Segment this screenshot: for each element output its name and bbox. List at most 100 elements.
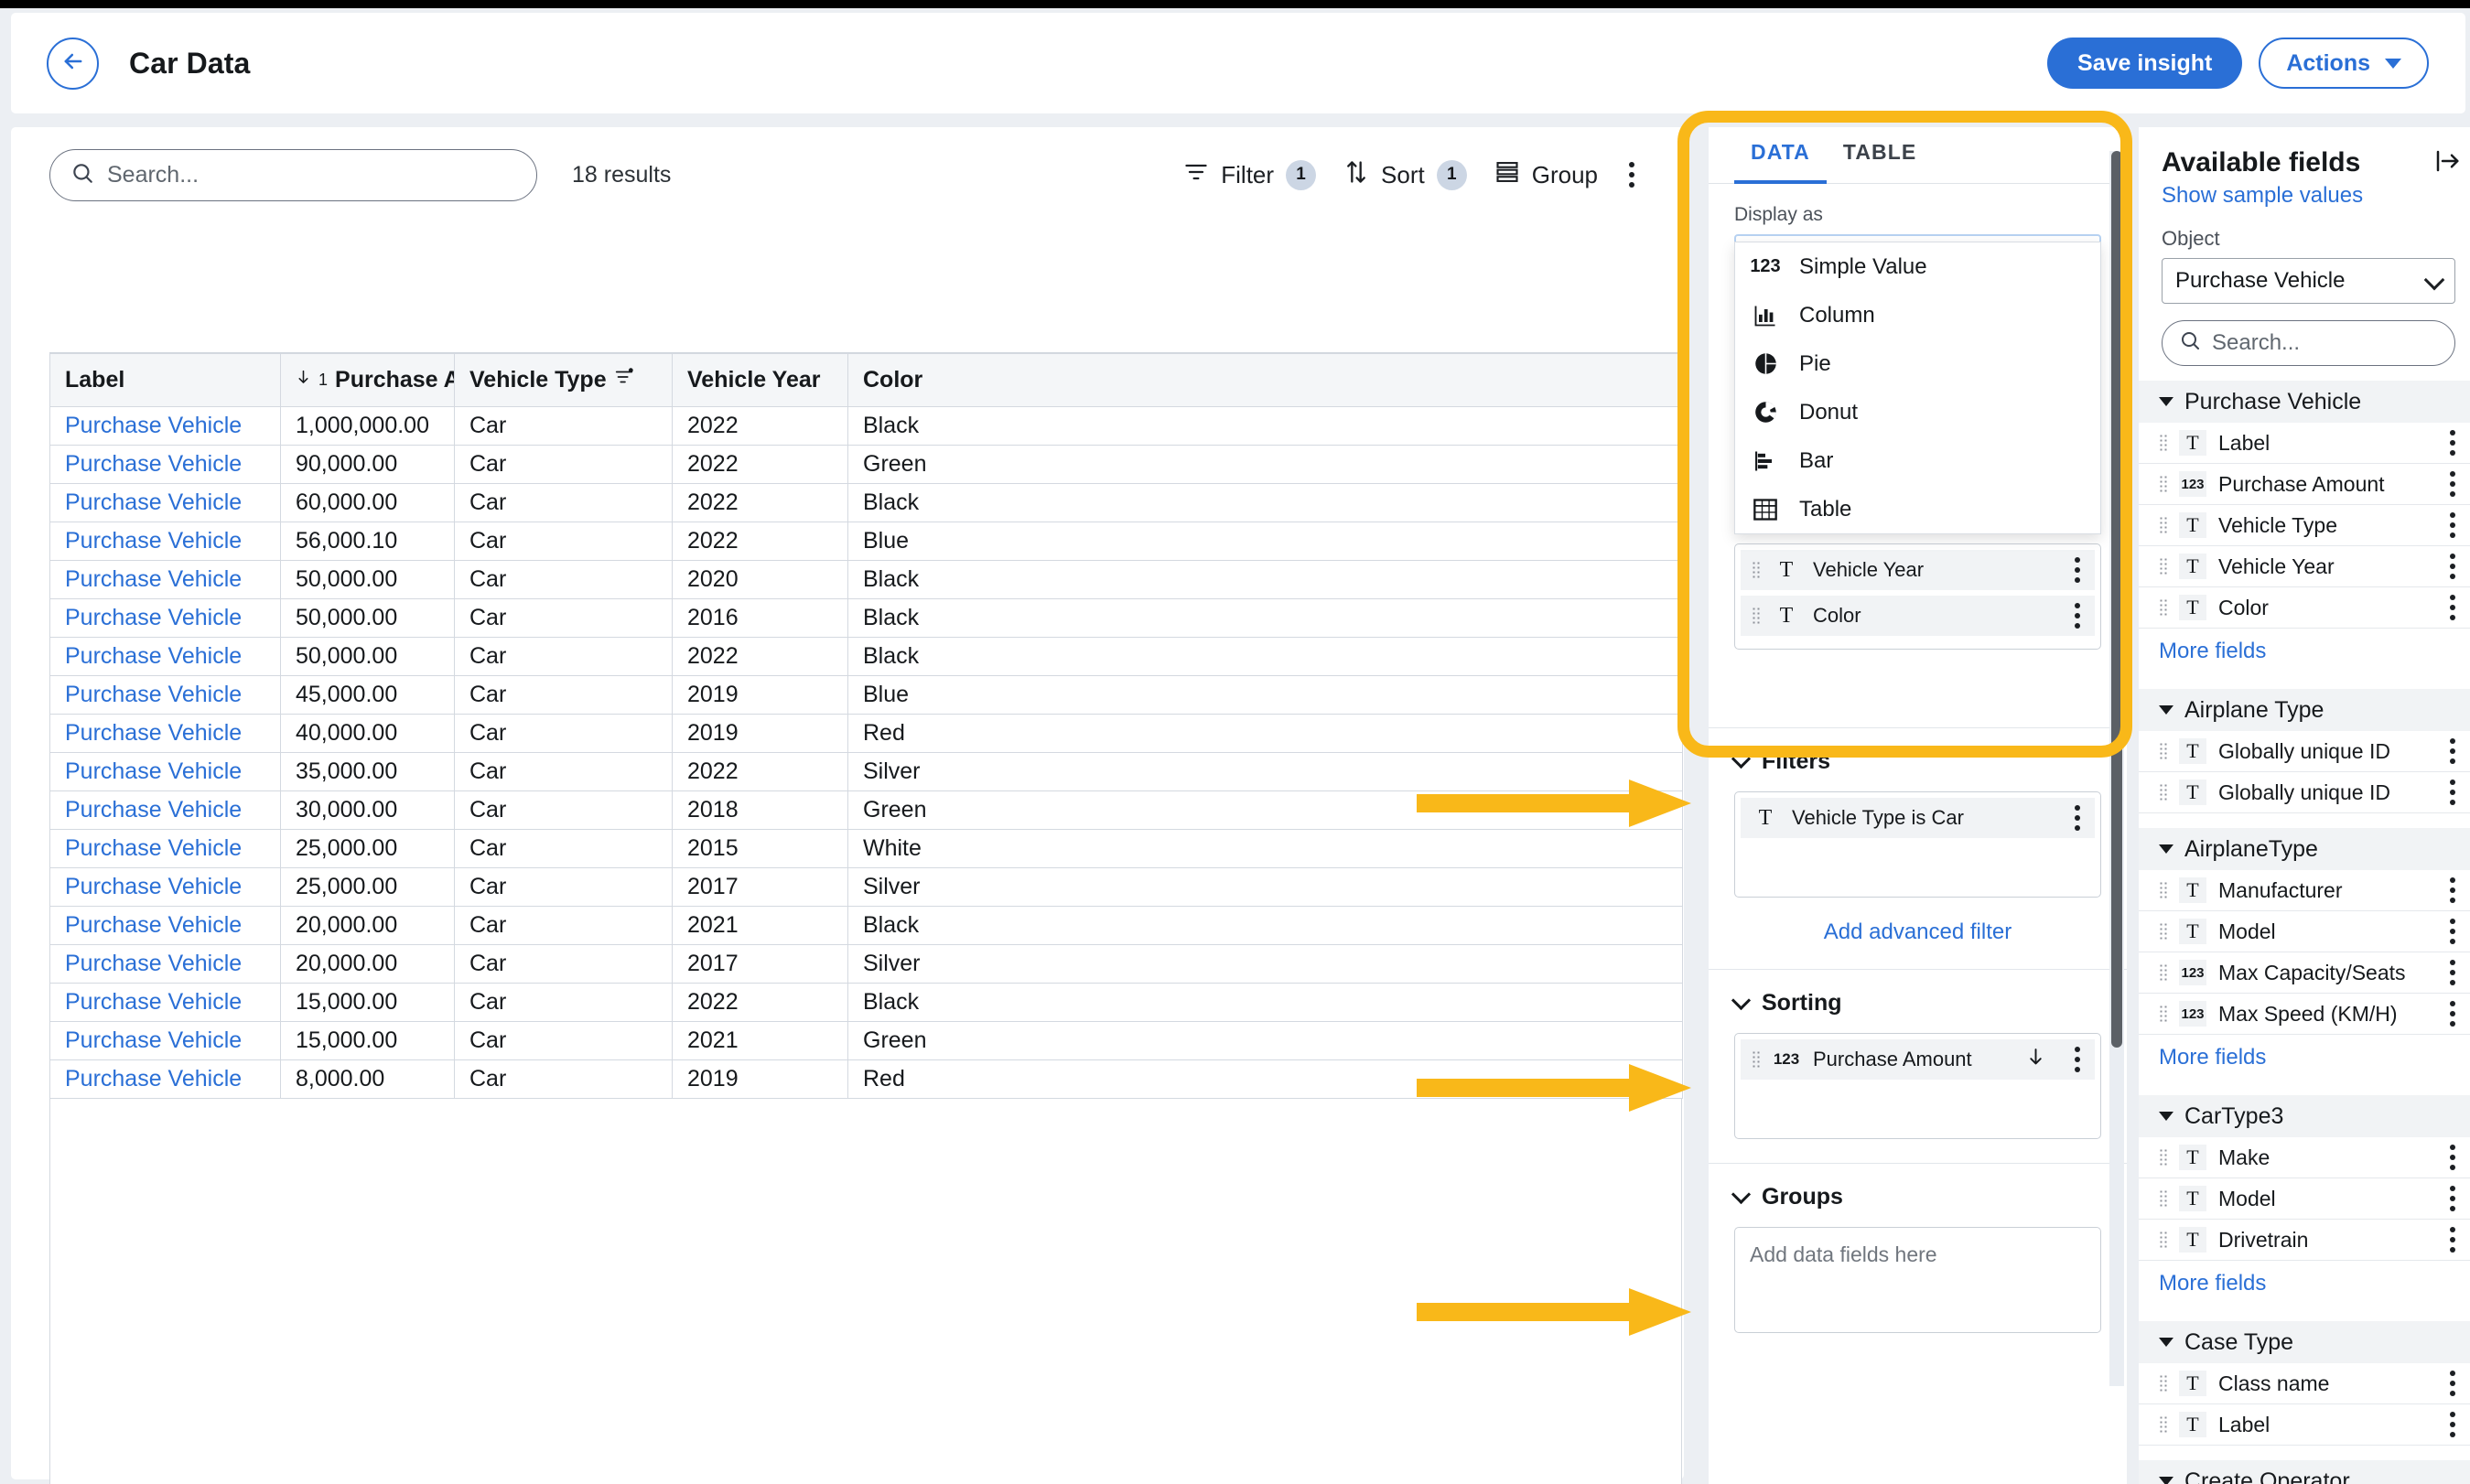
table-row[interactable]: Purchase Vehicle 1,000,000.00 Car 2022 Black (49, 406, 1683, 446)
field-row-overflow-menu-icon[interactable] (2446, 426, 2459, 459)
field-row[interactable]: T Model (2139, 911, 2470, 952)
filter-button[interactable]: Filter 1 (1183, 159, 1317, 191)
field-row[interactable]: T Drivetrain (2139, 1220, 2470, 1261)
field-row-overflow-menu-icon[interactable] (2446, 550, 2459, 583)
drag-handle-icon[interactable] (1752, 607, 1760, 625)
table-overflow-menu-icon[interactable] (1625, 158, 1638, 191)
drag-handle-icon[interactable] (2159, 783, 2167, 801)
display-option-donut[interactable]: Donut (1735, 388, 2100, 436)
row-label-link[interactable]: Purchase Vehicle (65, 643, 242, 669)
show-sample-values-link[interactable]: Show sample values (2139, 179, 2363, 209)
field-row-overflow-menu-icon[interactable] (2446, 776, 2459, 809)
display-option-simple-value[interactable]: 123 Simple Value (1735, 242, 2100, 291)
field-row[interactable]: T Globally unique ID (2139, 731, 2470, 772)
field-row[interactable]: T Label (2139, 1404, 2470, 1446)
row-label-link[interactable]: Purchase Vehicle (65, 566, 242, 592)
table-row[interactable]: Purchase Vehicle 20,000.00 Car 2017 Silver (49, 944, 1683, 984)
row-label-link[interactable]: Purchase Vehicle (65, 1027, 242, 1053)
table-row[interactable]: Purchase Vehicle 25,000.00 Car 2015 White (49, 829, 1683, 868)
field-row[interactable]: T Globally unique ID (2139, 772, 2470, 813)
drag-handle-icon[interactable] (1752, 1050, 1760, 1069)
tab-table[interactable]: TABLE (1827, 127, 1933, 184)
drag-handle-icon[interactable] (2159, 1005, 2167, 1023)
sorting-dropzone[interactable]: 123 Purchase Amount (1734, 1033, 2101, 1139)
drag-handle-icon[interactable] (2159, 1189, 2167, 1208)
collapse-panel-icon[interactable] (2433, 147, 2461, 179)
filters-section-header[interactable]: Filters (1731, 748, 2101, 775)
data-fields-box[interactable]: T Vehicle Year T Color (1734, 543, 2101, 650)
sorting-section-header[interactable]: Sorting (1731, 990, 2101, 1016)
actions-menu-button[interactable]: Actions (2259, 38, 2429, 89)
drag-handle-icon[interactable] (2159, 516, 2167, 534)
group-button[interactable]: Group (1494, 159, 1598, 191)
field-group-header[interactable]: Airplane Type (2139, 689, 2470, 731)
column-header-vehicle-type[interactable]: Vehicle Type (454, 353, 673, 407)
table-row[interactable]: Purchase Vehicle 50,000.00 Car 2022 Black (49, 637, 1683, 676)
table-row[interactable]: Purchase Vehicle 25,000.00 Car 2017 Silver (49, 867, 1683, 907)
fields-search-box[interactable]: Search... (2162, 320, 2455, 366)
display-option-pie[interactable]: Pie (1735, 339, 2100, 388)
field-row[interactable]: T Manufacturer (2139, 870, 2470, 911)
table-row[interactable]: Purchase Vehicle 15,000.00 Car 2021 Green (49, 1021, 1683, 1060)
row-label-link[interactable]: Purchase Vehicle (65, 797, 242, 823)
table-row[interactable]: Purchase Vehicle 56,000.10 Car 2022 Blue (49, 522, 1683, 561)
table-row[interactable]: Purchase Vehicle 90,000.00 Car 2022 Green (49, 445, 1683, 484)
row-label-link[interactable]: Purchase Vehicle (65, 758, 242, 784)
drag-handle-icon[interactable] (2159, 742, 2167, 760)
groups-section-header[interactable]: Groups (1731, 1184, 2101, 1210)
display-option-table[interactable]: Table (1735, 485, 2100, 533)
more-fields-link[interactable]: More fields (2139, 1261, 2470, 1307)
row-label-link[interactable]: Purchase Vehicle (65, 835, 242, 861)
field-row-overflow-menu-icon[interactable] (2446, 1141, 2459, 1174)
table-row[interactable]: Purchase Vehicle 45,000.00 Car 2019 Blue (49, 675, 1683, 715)
data-field-chip[interactable]: T Vehicle Year (1741, 550, 2095, 590)
filter-chip[interactable]: T Vehicle Type is Car (1741, 798, 2095, 838)
field-row[interactable]: T Color (2139, 587, 2470, 629)
field-row-overflow-menu-icon[interactable] (2446, 1223, 2459, 1256)
field-row[interactable]: T Vehicle Type (2139, 505, 2470, 546)
drag-handle-icon[interactable] (2159, 1148, 2167, 1167)
field-row[interactable]: 123 Purchase Amount (2139, 464, 2470, 505)
drag-handle-icon[interactable] (2159, 475, 2167, 493)
field-row-overflow-menu-icon[interactable] (2446, 1408, 2459, 1441)
row-label-link[interactable]: Purchase Vehicle (65, 874, 242, 899)
chip-overflow-menu-icon[interactable] (2071, 599, 2084, 632)
field-row-overflow-menu-icon[interactable] (2446, 956, 2459, 989)
sort-chip-overflow-menu-icon[interactable] (2071, 1043, 2084, 1076)
row-label-link[interactable]: Purchase Vehicle (65, 720, 242, 746)
field-row-overflow-menu-icon[interactable] (2446, 997, 2459, 1030)
field-row-overflow-menu-icon[interactable] (2446, 1182, 2459, 1215)
field-group-header[interactable]: CarType3 (2139, 1095, 2470, 1137)
insight-panel-scrollbar[interactable] (2109, 151, 2124, 1386)
field-row-overflow-menu-icon[interactable] (2446, 509, 2459, 542)
table-row[interactable]: Purchase Vehicle 50,000.00 Car 2020 Black (49, 560, 1683, 599)
row-label-link[interactable]: Purchase Vehicle (65, 989, 242, 1015)
groups-dropzone[interactable]: Add data fields here (1734, 1227, 2101, 1333)
drag-handle-icon[interactable] (2159, 881, 2167, 899)
field-row-overflow-menu-icon[interactable] (2446, 468, 2459, 500)
drag-handle-icon[interactable] (1752, 561, 1760, 579)
drag-handle-icon[interactable] (2159, 963, 2167, 982)
drag-handle-icon[interactable] (2159, 922, 2167, 941)
chip-overflow-menu-icon[interactable] (2071, 554, 2084, 586)
field-row[interactable]: 123 Max Speed (KM/H) (2139, 994, 2470, 1035)
sort-button[interactable]: Sort 1 (1343, 159, 1467, 191)
add-advanced-filter-link[interactable]: Add advanced filter (1824, 919, 2012, 945)
column-header-color[interactable]: Color (847, 353, 1683, 407)
row-label-link[interactable]: Purchase Vehicle (65, 605, 242, 630)
filter-chip-overflow-menu-icon[interactable] (2071, 801, 2084, 834)
row-label-link[interactable]: Purchase Vehicle (65, 413, 242, 438)
more-fields-link[interactable]: More fields (2139, 1035, 2470, 1081)
row-label-link[interactable]: Purchase Vehicle (65, 489, 242, 515)
field-row-overflow-menu-icon[interactable] (2446, 874, 2459, 907)
data-field-chip[interactable]: T Color (1741, 596, 2095, 636)
drag-handle-icon[interactable] (2159, 1374, 2167, 1393)
row-label-link[interactable]: Purchase Vehicle (65, 528, 242, 554)
row-label-link[interactable]: Purchase Vehicle (65, 951, 242, 976)
row-label-link[interactable]: Purchase Vehicle (65, 451, 242, 477)
field-row[interactable]: T Model (2139, 1178, 2470, 1220)
more-fields-link[interactable]: More fields (2139, 629, 2470, 674)
sort-descending-icon[interactable] (2026, 1046, 2045, 1073)
save-insight-button[interactable]: Save insight (2047, 38, 2243, 89)
drag-handle-icon[interactable] (2159, 1415, 2167, 1434)
